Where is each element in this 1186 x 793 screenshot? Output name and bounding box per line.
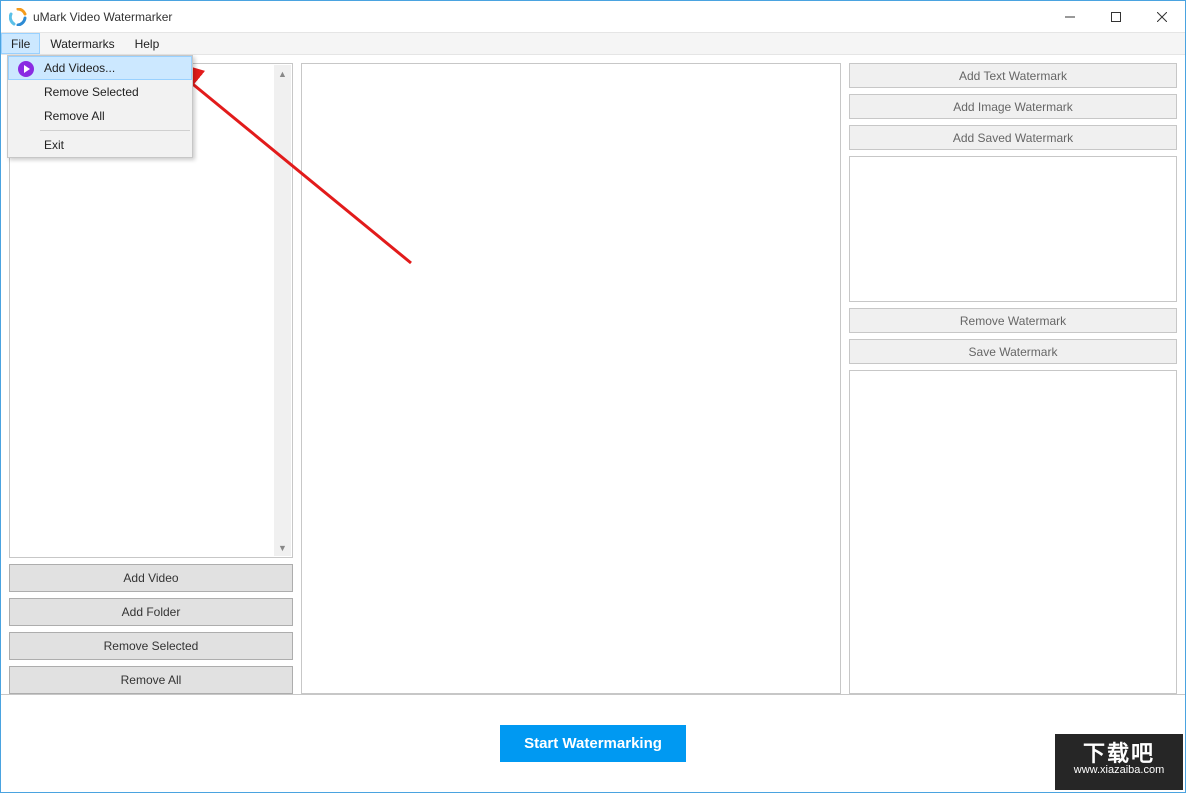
scroll-up-icon[interactable]: ▲	[274, 65, 291, 82]
close-button[interactable]	[1139, 1, 1185, 32]
remove-watermark-button[interactable]: Remove Watermark	[849, 308, 1177, 333]
watermark-list[interactable]	[849, 156, 1177, 302]
scrollbar[interactable]: ▲ ▼	[274, 65, 291, 556]
add-video-button[interactable]: Add Video	[9, 564, 293, 592]
remove-all-button[interactable]: Remove All	[9, 666, 293, 694]
right-pane: Add Text Watermark Add Image Watermark A…	[849, 63, 1177, 694]
watermark-properties[interactable]	[849, 370, 1177, 694]
menu-item-remove-all[interactable]: Remove All	[8, 104, 192, 128]
menubar: File Watermarks Help	[1, 33, 1185, 55]
app-title: uMark Video Watermarker	[33, 10, 1047, 24]
titlebar: uMark Video Watermarker	[1, 1, 1185, 33]
minimize-button[interactable]	[1047, 1, 1093, 32]
remove-selected-button[interactable]: Remove Selected	[9, 632, 293, 660]
menu-item-add-videos[interactable]: Add Videos...	[8, 56, 192, 80]
menu-item-label: Remove All	[44, 109, 105, 123]
menu-separator	[40, 130, 190, 131]
site-watermark: 下载吧 www.xiazaiba.com	[1055, 734, 1183, 790]
save-watermark-button[interactable]: Save Watermark	[849, 339, 1177, 364]
app-icon	[9, 8, 27, 26]
footer: Start Watermarking	[1, 694, 1185, 792]
menu-file[interactable]: File	[1, 33, 40, 54]
window-controls	[1047, 1, 1185, 32]
add-image-watermark-button[interactable]: Add Image Watermark	[849, 94, 1177, 119]
add-saved-watermark-button[interactable]: Add Saved Watermark	[849, 125, 1177, 150]
menu-item-label: Remove Selected	[44, 85, 139, 99]
site-watermark-text: 下载吧	[1055, 736, 1183, 768]
menu-item-exit[interactable]: Exit	[8, 133, 192, 157]
scroll-down-icon[interactable]: ▼	[274, 539, 291, 556]
menu-item-label: Add Videos...	[44, 61, 115, 75]
play-icon	[17, 60, 35, 78]
menu-item-remove-selected[interactable]: Remove Selected	[8, 80, 192, 104]
add-folder-button[interactable]: Add Folder	[9, 598, 293, 626]
menu-help[interactable]: Help	[125, 33, 170, 54]
menu-watermarks[interactable]: Watermarks	[40, 33, 124, 54]
maximize-button[interactable]	[1093, 1, 1139, 32]
file-dropdown: Add Videos... Remove Selected Remove All…	[7, 55, 193, 158]
start-watermarking-button[interactable]: Start Watermarking	[500, 725, 686, 762]
add-text-watermark-button[interactable]: Add Text Watermark	[849, 63, 1177, 88]
preview-pane	[301, 63, 841, 694]
menu-item-label: Exit	[44, 138, 64, 152]
